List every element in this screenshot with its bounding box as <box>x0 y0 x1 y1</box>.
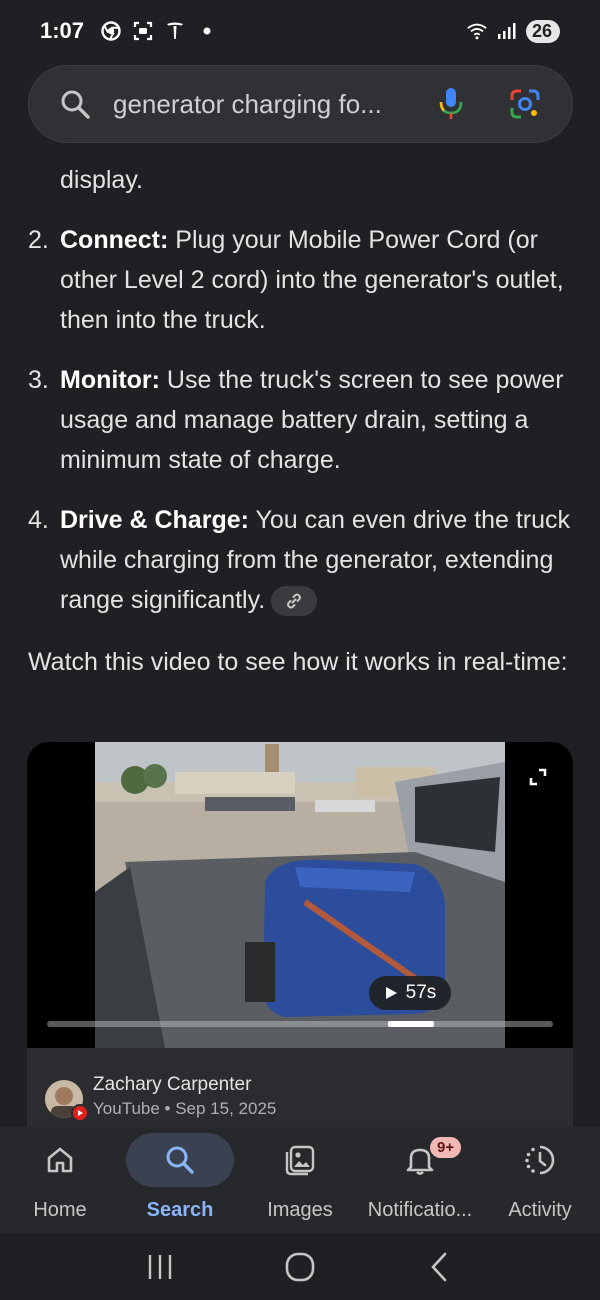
battery-indicator: 26 <box>525 19 560 43</box>
search-icon <box>59 88 91 120</box>
channel-name: Zachary Carpenter <box>93 1074 252 1095</box>
notification-badge: 9+ <box>430 1137 462 1158</box>
step-number: 2. <box>28 226 49 254</box>
home-circle-icon <box>285 1252 315 1281</box>
nav-home[interactable]: Home <box>0 1127 120 1233</box>
home-button[interactable] <box>280 1247 320 1287</box>
nav-images[interactable]: Images <box>240 1127 360 1233</box>
video-progress-handle[interactable] <box>388 1021 435 1027</box>
list-item: 2. Connect: Plug your Mobile Power Cord … <box>28 220 588 340</box>
search-query[interactable]: generator charging fo... <box>113 89 436 120</box>
status-bar: 1:07 26 <box>0 0 600 62</box>
home-icon <box>47 1147 73 1173</box>
play-icon <box>385 987 397 999</box>
video-duration: 57s <box>405 982 437 1003</box>
search-icon <box>166 1146 194 1174</box>
video-source-date: YouTube • Sep 15, 2025 <box>93 1098 276 1120</box>
system-nav-bar <box>0 1233 600 1300</box>
search-bar[interactable]: generator charging fo... <box>28 65 573 143</box>
link-icon <box>287 593 302 609</box>
images-icon <box>285 1145 315 1176</box>
back-icon <box>431 1252 447 1281</box>
video-player[interactable]: 57s <box>27 742 573 1048</box>
step-title: Drive & Charge: <box>60 506 249 534</box>
back-button[interactable] <box>420 1247 460 1287</box>
status-time: 1:07 <box>40 18 85 43</box>
duration-chip: 57s <box>369 976 451 1010</box>
battery-level: 26 <box>531 20 552 41</box>
list-item: 3. Monitor: Use the truck's screen to se… <box>28 360 588 480</box>
step-title: Monitor: <box>60 366 160 394</box>
avatar <box>45 1080 89 1122</box>
wifi-icon <box>466 20 488 42</box>
video-progress-track[interactable] <box>47 1021 553 1027</box>
step-title: Connect: <box>60 226 169 254</box>
lens-icon[interactable] <box>508 87 542 121</box>
bottom-nav: Home Search Images 9+ Notificatio... Act… <box>0 1127 600 1233</box>
signal-icon <box>496 20 518 42</box>
nav-label: Images <box>267 1199 333 1221</box>
screenshot-icon <box>132 20 154 42</box>
step-number: 4. <box>28 506 49 534</box>
video-card[interactable]: 57s Zachary Carpenter YouTube • Sep 15, … <box>27 742 573 1127</box>
activity-icon <box>525 1145 555 1175</box>
nav-label: Notificatio... <box>367 1199 473 1221</box>
meta-separator: • <box>159 1099 176 1118</box>
nav-label: Home <box>33 1199 87 1221</box>
video-meta: Zachary Carpenter YouTube • Sep 15, 2025 <box>45 1072 276 1122</box>
dot-icon <box>196 20 218 42</box>
expand-icon[interactable] <box>527 766 549 788</box>
step-number: 3. <box>28 366 49 394</box>
nav-search[interactable]: Search <box>120 1127 240 1233</box>
tesla-icon <box>164 20 186 42</box>
recent-apps-button[interactable] <box>140 1247 180 1287</box>
nav-notifications[interactable]: 9+ Notificatio... <box>360 1127 480 1233</box>
video-source: YouTube <box>93 1099 160 1118</box>
text-fragment: display. <box>60 166 143 194</box>
mic-icon[interactable] <box>436 86 466 122</box>
list-item: 4. Drive & Charge: You can even drive th… <box>28 500 588 620</box>
nav-label: Search <box>146 1199 214 1221</box>
watch-video-text: Watch this video to see how it works in … <box>28 648 568 676</box>
recent-apps-icon <box>148 1254 172 1279</box>
nav-label: Activity <box>508 1199 572 1221</box>
chrome-icon <box>100 20 122 42</box>
video-date: Sep 15, 2025 <box>175 1099 277 1118</box>
link-chip[interactable] <box>271 586 318 617</box>
youtube-icon <box>71 1104 89 1122</box>
nav-activity[interactable]: Activity <box>480 1127 600 1233</box>
